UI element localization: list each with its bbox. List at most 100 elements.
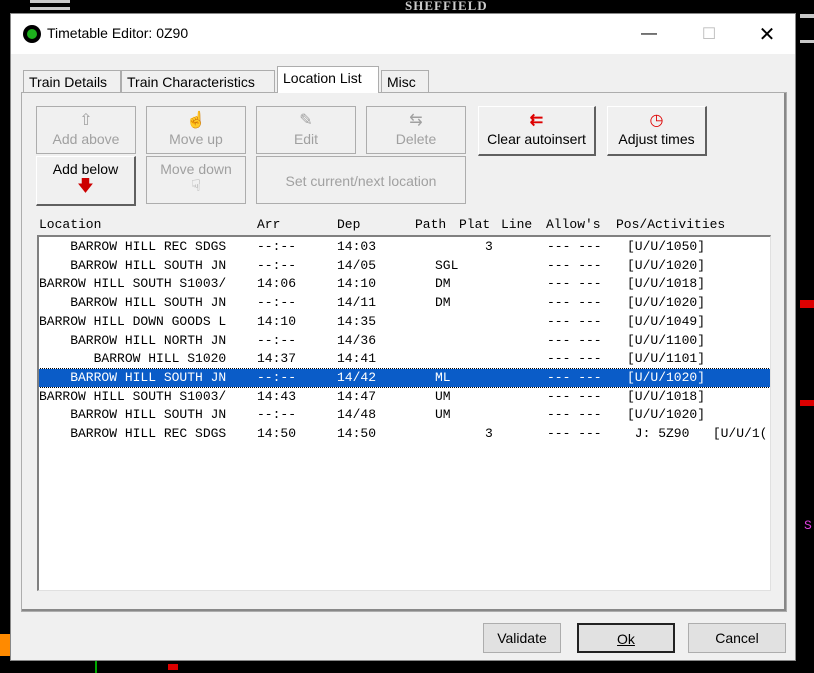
col-line[interactable]: Line [501,217,532,232]
cell-arr: --:-- [257,239,297,254]
col-dep[interactable]: Dep [337,217,360,232]
signal-marker [0,634,10,656]
cell-dep: 14:10 [337,276,377,292]
location-row[interactable]: BARROW HILL DOWN GOODS L 14:10 14:35 --- --… [39,313,770,331]
maximize-button[interactable]: ☐ [686,14,732,54]
background-label: S [804,518,812,533]
cell-dep: 14/05 [337,257,377,273]
title-bar: Timetable Editor: 0Z90 — ☐ ✕ [11,14,795,54]
add-above-button[interactable]: ⇧ Add above [36,106,136,154]
clear-autoinsert-label: Clear autoinsert [487,131,586,147]
delete-button[interactable]: ⇆ Delete [366,106,466,154]
cell-pos: [U/U/1020] [627,295,706,311]
location-row[interactable]: BARROW HILL NORTH JN --:-- 14/36 --- --- [U/… [39,332,770,350]
cell-dep: 14:50 [337,426,377,441]
track-line [95,661,97,673]
tab-train-characteristics[interactable]: Train Characteristics [121,70,275,92]
ok-button[interactable]: Ok [577,623,675,653]
tab-train-details[interactable]: Train Details [23,70,121,92]
delete-row-icon: ⇆ [409,112,423,129]
up-arrow-icon: ⇧ [79,112,93,129]
signal-marker [800,300,814,308]
cell-pos: J: 5Z90 [U/U/1( [627,426,768,441]
cell-location: BARROW HILL S1020 [39,351,227,367]
adjust-times-button[interactable]: ◷ Adjust times [607,106,707,156]
cancel-button[interactable]: Cancel [688,623,786,653]
hand-down-icon: ☟ [191,178,201,195]
col-arr[interactable]: Arr [257,217,280,232]
add-above-label: Add above [52,131,120,147]
location-row[interactable]: BARROW HILL REC SDGS 14:50 14:50 3 --- --- J… [39,425,770,443]
location-row[interactable]: BARROW HILL S1020 14:37 14:41 --- --- [U/U/1… [39,350,770,368]
cell-location: BARROW HILL NORTH JN [39,332,227,348]
edit-icon: ✎ [299,112,313,129]
tab-location-list[interactable]: Location List [277,66,379,93]
cell-path: DM [435,295,451,311]
cell-allow: --- --- [547,351,602,367]
cell-allow: --- --- [547,332,602,348]
cell-arr: 14:43 [257,388,297,404]
edit-button[interactable]: ✎ Edit [256,106,356,154]
cell-allow: --- --- [547,276,602,292]
cell-location: BARROW HILL SOUTH S1003/ [39,388,227,404]
cell-location: BARROW HILL SOUTH S1003/ [39,276,227,292]
tab-misc[interactable]: Misc [381,70,429,92]
location-row[interactable]: BARROW HILL SOUTH S1003/14:06 14:10 DM --- … [39,275,770,293]
cell-arr: 14:06 [257,276,297,292]
cell-arr: --:-- [257,407,297,423]
cell-dep: 14:41 [337,351,377,367]
cell-path: DM [435,276,451,292]
validate-button[interactable]: Validate [483,623,561,653]
cell-allow: --- --- [547,257,602,273]
cell-arr: --:-- [257,257,297,273]
add-below-button[interactable]: Add below 🡇 [36,156,136,206]
location-row[interactable]: BARROW HILL SOUTH JN --:-- 14/05 SGL --- ---… [39,257,770,275]
cell-allow: --- --- [547,313,602,329]
delete-label: Delete [395,131,437,147]
location-listbox[interactable]: BARROW HILL REC SDGS --:-- 14:03 3 --- --- [U… [37,235,771,591]
cell-dep: 14:47 [337,388,377,404]
hand-up-icon: ☝ [186,112,206,129]
cell-arr: --:-- [257,369,297,385]
move-down-label: Move down [160,161,232,177]
cell-allow: --- --- [547,295,602,311]
cell-allow: --- --- [547,388,602,404]
col-allows[interactable]: Allow's [546,217,601,232]
cell-allow: --- --- [547,369,602,385]
set-current-location-button[interactable]: Set current/next location [256,156,466,204]
col-path[interactable]: Path [415,217,446,232]
location-row[interactable]: BARROW HILL SOUTH JN --:-- 14/11 DM --- --- [… [39,294,770,312]
col-pos-activities[interactable]: Pos/Activities [616,217,725,232]
move-up-button[interactable]: ☝ Move up [146,106,246,154]
location-row[interactable]: BARROW HILL REC SDGS --:-- 14:03 3 --- --- [U… [39,238,770,256]
clear-autoinsert-icon: ⇇ [529,112,544,129]
add-below-label: Add below [52,161,119,177]
minimize-button[interactable]: — [626,14,672,54]
cell-allow: --- --- [547,239,602,254]
location-row[interactable]: BARROW HILL SOUTH JN --:-- 14/48 UM --- --- [… [39,406,770,424]
cell-arr: 14:10 [257,313,297,329]
cell-pos: [U/U/1020] [627,407,706,423]
move-down-button[interactable]: Move down ☟ [146,156,246,204]
cell-pos: [U/U/1018] [627,276,706,292]
location-row[interactable]: BARROW HILL SOUTH S1003/14:43 14:47 UM --- … [39,388,770,406]
col-location[interactable]: Location [39,217,101,232]
cell-arr: --:-- [257,332,297,348]
col-plat[interactable]: Plat [459,217,490,232]
close-button[interactable]: ✕ [744,14,790,54]
cell-arr: --:-- [257,295,297,311]
list-header: Location Arr Dep Path Plat Line Allow's … [38,217,778,233]
cell-location: BARROW HILL REC SDGS [39,426,227,441]
clear-autoinsert-button[interactable]: ⇇ Clear autoinsert [478,106,596,156]
cell-location: BARROW HILL DOWN GOODS L [39,313,227,329]
track-line [30,0,70,3]
app-icon [23,25,41,43]
signal-marker [800,400,814,406]
cell-pos: [U/U/1049] [627,313,706,329]
cell-dep: 14:35 [337,313,377,329]
cell-dep: 14/48 [337,407,377,423]
track-line [800,14,814,18]
location-row[interactable]: BARROW HILL SOUTH JN --:-- 14/42 ML --- --- [… [39,367,770,388]
background-caption: SHEFFIELD [405,0,488,13]
window-title: Timetable Editor: 0Z90 [47,25,189,41]
